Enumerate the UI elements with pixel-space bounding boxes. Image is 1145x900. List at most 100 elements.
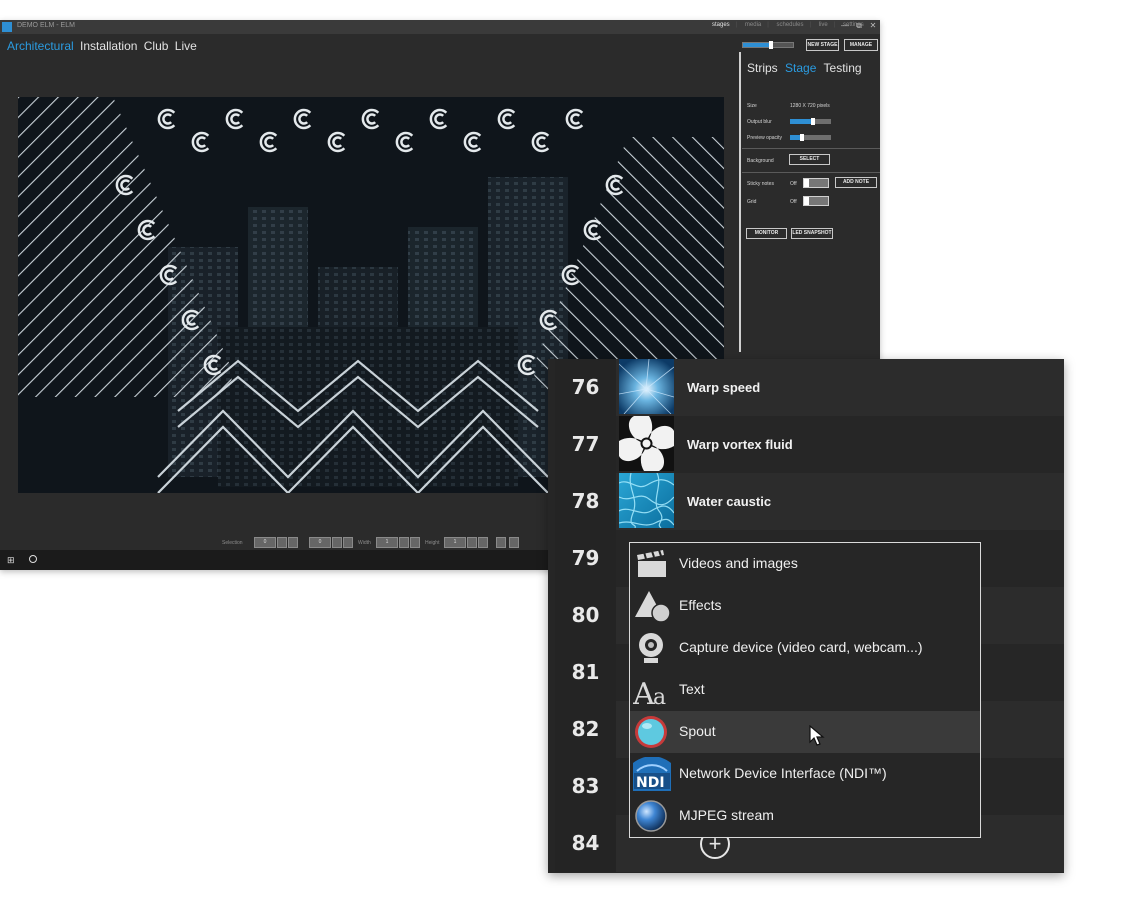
align-right-button[interactable]	[509, 537, 519, 548]
stage-category-tabs: Architectural Installation Club Live	[7, 39, 200, 53]
menu-item-label: Effects	[679, 597, 722, 613]
svg-text:A: A	[633, 677, 655, 707]
layer-number: 77	[571, 432, 600, 456]
selection-x-field[interactable]: 0	[254, 537, 276, 548]
menu-item-effects[interactable]: Effects	[630, 585, 980, 627]
layer-number-cell: 82	[555, 701, 616, 758]
water-caustic-thumbnail	[619, 473, 674, 528]
grid-state: Off	[790, 199, 797, 205]
layer-row[interactable]: 76 Warp speed	[555, 359, 1064, 416]
ndi-icon: NDI	[633, 756, 671, 791]
layer-body: Warp speed	[618, 359, 1064, 416]
width-label: Width	[358, 540, 371, 546]
tab-testing[interactable]: Testing	[824, 61, 862, 75]
sidebar-divider[interactable]	[739, 52, 741, 352]
selection-y-field[interactable]: 0	[309, 537, 331, 548]
grid-label: Grid	[747, 199, 757, 205]
screenshot-composite: DEMO ELM - ELM stages | media | schedules |…	[0, 0, 1145, 900]
layer-number-cell: 77	[555, 416, 616, 473]
menu-item-stages[interactable]: stages	[712, 22, 730, 28]
width-decrement[interactable]	[399, 537, 409, 548]
select-background-button[interactable]: SELECT	[789, 154, 830, 165]
menu-item-media[interactable]: media	[745, 22, 761, 28]
preview-opacity-slider[interactable]	[790, 134, 831, 141]
menu-item-spout[interactable]: Spout	[630, 711, 980, 753]
restore-icon[interactable]: ⧉	[852, 21, 866, 31]
mjpeg-sphere-icon	[633, 799, 671, 833]
height-field[interactable]: 1	[444, 537, 466, 548]
height-decrement[interactable]	[467, 537, 477, 548]
width-increment[interactable]	[410, 537, 420, 548]
warp-speed-thumbnail	[619, 359, 674, 414]
sticky-notes-state: Off	[790, 181, 797, 187]
manage-button[interactable]: MANAGE	[844, 39, 878, 51]
layer-number: 79	[571, 546, 600, 570]
menu-item-videos-and-images[interactable]: Videos and images	[630, 543, 980, 585]
svg-text:NDI: NDI	[636, 775, 665, 791]
menu-item-mjpeg-stream[interactable]: MJPEG stream	[630, 795, 980, 837]
width-field[interactable]: 1	[376, 537, 398, 548]
tab-architectural[interactable]: Architectural	[7, 39, 74, 53]
selection-label: Selection	[222, 540, 243, 546]
layer-number: 81	[571, 660, 600, 684]
mouse-cursor-icon	[809, 724, 825, 752]
layer-number-cell: 81	[555, 644, 616, 701]
output-blur-slider[interactable]	[790, 118, 831, 125]
layer-row[interactable]: 77 Warp vortex fluid	[555, 416, 1064, 473]
webcam-icon	[633, 631, 671, 665]
selection-y-decrement[interactable]	[332, 537, 342, 548]
zoom-slider-handle[interactable]	[769, 41, 773, 49]
menu-item-schedules[interactable]: schedules	[777, 22, 804, 28]
monitor-button[interactable]: MONITOR	[746, 228, 787, 239]
led-snapshot-button[interactable]: LED SNAPSHOT	[791, 228, 833, 239]
toggle-knob	[804, 179, 809, 187]
menu-item-label: MJPEG stream	[679, 807, 774, 823]
layer-number-cell: 79	[555, 530, 616, 587]
layer-number: 82	[571, 717, 600, 741]
tab-live[interactable]: Live	[175, 39, 197, 53]
menu-item-capture-device[interactable]: Capture device (video card, webcam...)	[630, 627, 980, 669]
layer-name: Water caustic	[687, 494, 772, 509]
windows-start-icon[interactable]: ⊞	[7, 556, 15, 565]
tab-stage[interactable]: Stage	[785, 61, 816, 75]
grid-toggle[interactable]	[803, 196, 829, 206]
tab-strips[interactable]: Strips	[747, 61, 778, 75]
selection-x-increment[interactable]	[288, 537, 298, 548]
menu-item-label: Videos and images	[679, 555, 798, 571]
align-left-button[interactable]	[496, 537, 506, 548]
layer-body: Water caustic	[618, 473, 1064, 530]
menu-item-text[interactable]: A a Text	[630, 669, 980, 712]
layer-number-cell: 80	[555, 587, 616, 644]
output-blur-handle[interactable]	[811, 118, 815, 125]
menu-item-live[interactable]: live	[819, 22, 828, 28]
size-label: Size	[747, 103, 757, 109]
text-aa-icon: A a	[632, 673, 671, 712]
minimize-icon[interactable]: —	[838, 21, 852, 30]
layer-row[interactable]: 78 Water caustic	[555, 473, 1064, 530]
tab-installation[interactable]: Installation	[80, 39, 137, 53]
layer-number: 76	[571, 375, 600, 399]
zoom-slider-fill	[743, 43, 771, 47]
add-note-button[interactable]: ADD NOTE	[835, 177, 877, 188]
new-stage-button[interactable]: NEW STAGE	[806, 39, 839, 51]
menu-item-label: Network Device Interface (NDI™)	[679, 765, 887, 781]
zoom-slider[interactable]	[742, 41, 794, 49]
sticky-notes-toggle[interactable]	[803, 178, 829, 188]
layer-number: 78	[571, 489, 600, 513]
preview-opacity-handle[interactable]	[800, 134, 804, 141]
sticky-notes-label: Sticky notes	[747, 181, 774, 187]
menu-item-label: Capture device (video card, webcam...)	[679, 639, 923, 655]
layer-number: 84	[571, 831, 600, 855]
menu-item-ndi[interactable]: NDI Network Device Interface (NDI™)	[630, 753, 980, 795]
search-circle-icon[interactable]	[29, 555, 37, 563]
warp-vortex-thumbnail	[619, 416, 674, 471]
selection-y-increment[interactable]	[343, 537, 353, 548]
layer-number: 83	[571, 774, 600, 798]
height-increment[interactable]	[478, 537, 488, 548]
menu-item-label: Spout	[679, 723, 716, 739]
selection-x-decrement[interactable]	[277, 537, 287, 548]
sidebar-tabs: Strips Stage Testing	[747, 61, 866, 75]
tab-club[interactable]: Club	[144, 39, 169, 53]
window-controls: — ⧉ ✕	[838, 21, 880, 31]
close-icon[interactable]: ✕	[866, 21, 880, 30]
